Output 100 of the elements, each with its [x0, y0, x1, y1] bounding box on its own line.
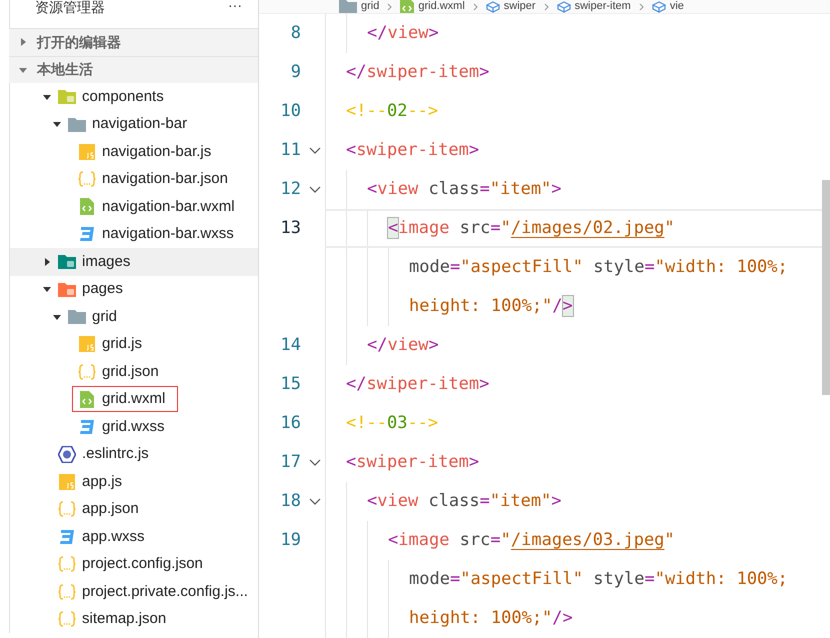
tree-item[interactable]: .eslintrc.js: [10, 440, 258, 468]
line-number: 16: [280, 412, 301, 435]
tree-item[interactable]: grid: [10, 303, 258, 330]
tree-item[interactable]: navigation-bar.js: [10, 138, 258, 166]
file-name: navigation-bar.json: [102, 169, 228, 189]
braces-icon: [58, 501, 76, 518]
css-file-icon: [79, 226, 95, 242]
line-number: 13: [280, 216, 301, 240]
scrollbar-thumb[interactable]: [822, 180, 830, 395]
tree-item[interactable]: grid.json: [10, 358, 258, 386]
line-number: 11: [280, 138, 301, 162]
tree-item[interactable]: navigation-bar: [10, 110, 258, 138]
tree-item[interactable]: grid.js: [10, 330, 258, 358]
code-text: mode="aspectFill" style="width: 100%;: [409, 256, 788, 279]
breadcrumb-item[interactable]: grid: [339, 0, 380, 13]
code-file-icon: [80, 198, 94, 216]
fold-chevron-icon[interactable]: [309, 459, 321, 466]
section-title: 本地生活: [37, 60, 93, 80]
breadcrumb-item[interactable]: vie: [652, 0, 684, 13]
section-title: 打开的编辑器: [37, 32, 121, 52]
line-number: 12: [280, 178, 301, 201]
caret-down-icon[interactable]: [43, 92, 51, 101]
braces-icon: [58, 611, 76, 628]
folder-icon: [58, 89, 76, 104]
file-name: app.js: [82, 472, 122, 492]
file-name: grid.json: [102, 362, 159, 382]
file-name: navigation-bar.wxml: [102, 196, 235, 216]
line-number: 17: [280, 450, 301, 474]
breadcrumb-item[interactable]: swiper-item: [556, 0, 631, 13]
code-text: <swiper-item>: [346, 450, 480, 474]
file-name: grid: [92, 306, 118, 326]
caret-down-icon[interactable]: [43, 285, 51, 294]
line-number: 18: [280, 490, 301, 513]
file-name: .eslintrc.js: [82, 444, 149, 464]
section-header[interactable]: 本地生活: [9, 56, 258, 83]
more-button[interactable]: ···: [228, 0, 242, 10]
code-text: <view class="item">: [367, 490, 562, 513]
js-file-icon: [79, 336, 95, 352]
code-text: <image src="/images/02.jpeg": [388, 216, 675, 240]
code-text: </swiper-item>: [346, 60, 490, 84]
tree-item[interactable]: navigation-bar.wxss: [10, 220, 258, 248]
tree-item[interactable]: images: [10, 248, 258, 276]
line-number: 19: [280, 528, 301, 552]
line-number: 14: [280, 334, 301, 357]
braces-icon: [78, 171, 96, 188]
tree-item[interactable]: grid.wxss: [10, 413, 258, 440]
breadcrumb-item[interactable]: swiper: [486, 0, 536, 13]
explorer-title: 资源管理器: [35, 0, 105, 14]
fold-chevron-icon[interactable]: [309, 186, 321, 193]
tree-item[interactable]: navigation-bar.json: [10, 166, 258, 193]
folder-icon: [339, 0, 357, 13]
tree-item[interactable]: project.config.json: [10, 550, 258, 578]
chevron-right-icon: [544, 2, 549, 10]
tree-item[interactable]: navigation-bar.wxml: [10, 193, 258, 220]
code-text: <image src="/images/03.jpeg": [388, 528, 675, 552]
chevron-right-icon: [472, 2, 478, 10]
file-name: navigation-bar.js: [102, 142, 212, 162]
code-text: <swiper-item>: [346, 138, 480, 162]
line-number: 15: [280, 372, 301, 396]
braces-icon: [58, 556, 76, 572]
caret-down-icon[interactable]: [53, 120, 61, 128]
cube-icon: [486, 0, 500, 12]
cube-icon: [556, 0, 571, 12]
file-name: pages: [82, 279, 123, 299]
line-number: 10: [280, 100, 301, 123]
tree-item[interactable]: grid.wxml: [10, 386, 258, 413]
js-file-icon: [79, 144, 95, 160]
file-name: grid.wxss: [102, 416, 165, 436]
hexagon-icon: [58, 446, 76, 463]
code-text: <!--02-->: [346, 100, 438, 123]
js-file-icon: [59, 474, 75, 490]
chevron-right-icon: [387, 2, 392, 10]
code-file-icon: [80, 390, 94, 408]
file-name: grid.js: [102, 334, 142, 354]
line-number: 8: [290, 22, 301, 45]
file-name: navigation-bar.wxss: [102, 224, 234, 244]
file-name: project.config.json: [82, 554, 203, 574]
cube-icon: [652, 0, 666, 12]
line-number: 9: [290, 60, 301, 84]
braces-icon: [78, 364, 96, 380]
tree-item[interactable]: app.json: [10, 496, 258, 523]
caret-right-icon[interactable]: [43, 258, 51, 266]
css-file-icon: [79, 418, 95, 435]
code-text: </view>: [367, 22, 439, 45]
caret-down-icon[interactable]: [53, 312, 61, 321]
breadcrumb-item[interactable]: grid.wxml: [400, 0, 465, 13]
file-name: app.json: [82, 499, 139, 519]
tree-item[interactable]: project.private.config.js...: [10, 578, 258, 606]
code-text: height: 100%;"/>: [409, 294, 573, 318]
tree-item[interactable]: sitemap.json: [10, 606, 258, 633]
folder-icon: [68, 116, 86, 132]
tree-item[interactable]: components: [10, 83, 258, 110]
file-name: app.wxss: [82, 526, 145, 546]
section-header[interactable]: 打开的编辑器: [9, 28, 258, 56]
code-text: <view class="item">: [367, 178, 562, 201]
tree-item[interactable]: pages: [10, 276, 258, 303]
tree-item[interactable]: app.js: [10, 468, 258, 496]
fold-chevron-icon[interactable]: [309, 498, 321, 505]
fold-chevron-icon[interactable]: [309, 147, 321, 154]
tree-item[interactable]: app.wxss: [10, 523, 258, 550]
